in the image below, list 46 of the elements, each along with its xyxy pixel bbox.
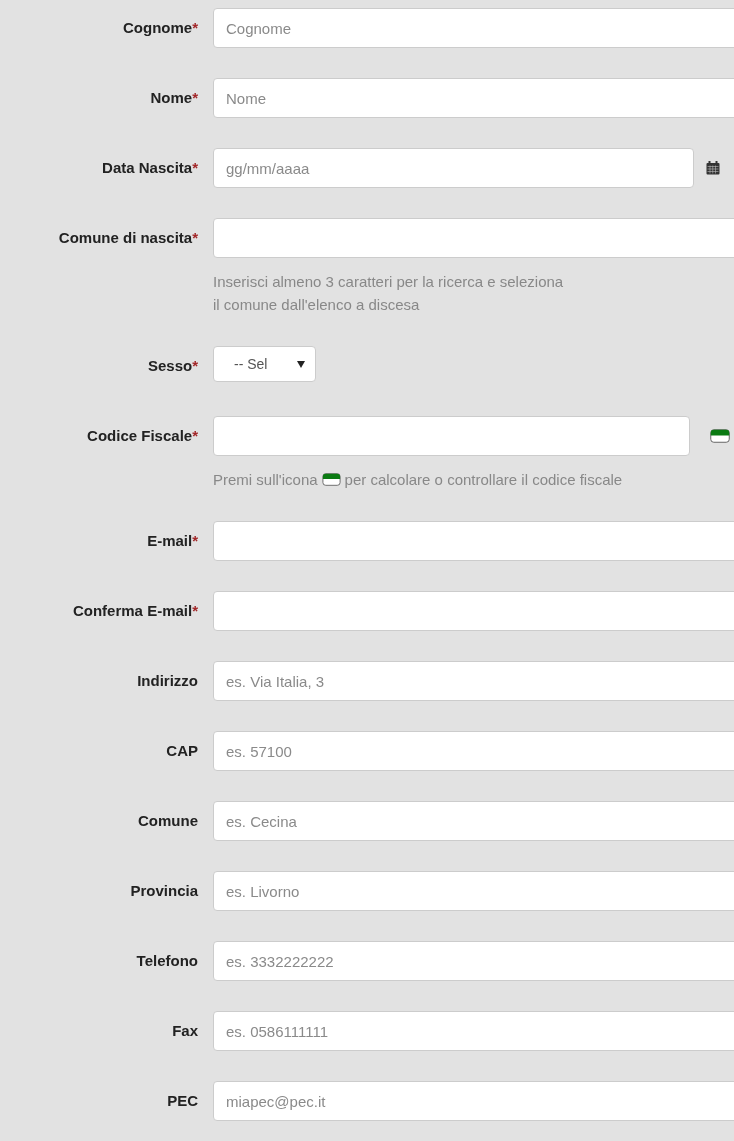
help-text: Inserisci almeno 3 caratteri per la ricerca e seleziona [213,272,565,292]
help-text: per calcolare o controllare il codice fiscale [344,470,623,490]
field-label: Indirizzo [137,672,198,689]
field-label: E-mail [147,532,193,549]
input-field[interactable]: es. Via Italia, 3 [213,661,734,701]
input-field[interactable]: miapec@pec.it [213,1081,734,1121]
input-field[interactable] [213,416,690,456]
required-mark: * [192,159,198,176]
field-label: Comune [138,812,198,829]
input-field[interactable]: Cognome [213,8,734,48]
input-field[interactable] [213,521,734,561]
field-label: Data Nascita [102,159,193,176]
field-label: Conferma E-mail [72,602,193,619]
field-label: Comune di nascita [58,229,193,246]
field-label: Codice Fiscale [87,427,193,444]
input-field[interactable]: es. 57100 [213,731,734,771]
field-label: Nome [150,89,193,106]
gender-select[interactable]: -- Sel [213,346,316,382]
input-field[interactable]: es. Cecina [213,801,734,841]
field-label: Sesso [147,357,193,374]
required-mark: * [192,229,198,246]
input-field[interactable] [213,591,734,631]
input-field[interactable]: es. 0586111111 [213,1011,734,1051]
required-mark: * [192,532,198,549]
help-text: Premi sull'icona [213,470,318,490]
input-field[interactable]: Nome [213,78,734,118]
input-field[interactable]: es. Livorno [213,871,734,911]
input-field[interactable] [213,218,734,258]
required-mark: * [192,602,198,619]
card-icon[interactable] [710,429,730,443]
field-label: Provincia [130,882,198,899]
field-label: Fax [172,1022,198,1039]
required-mark: * [192,19,198,36]
field-label: Cognome [123,19,193,36]
caret-icon [297,360,305,368]
card-icon [321,473,341,486]
date-field[interactable]: gg/mm/aaaa [213,148,694,188]
input-field[interactable]: es. 3332222222 [213,941,734,981]
field-label: PEC [167,1092,198,1109]
calendar-icon[interactable] [706,161,720,175]
field-label: CAP [166,742,198,759]
help-text: il comune dall'elenco a discesa [213,295,421,315]
required-mark: * [192,89,198,106]
required-mark: * [192,357,198,374]
required-mark: * [192,427,198,444]
field-label: Telefono [136,952,198,969]
